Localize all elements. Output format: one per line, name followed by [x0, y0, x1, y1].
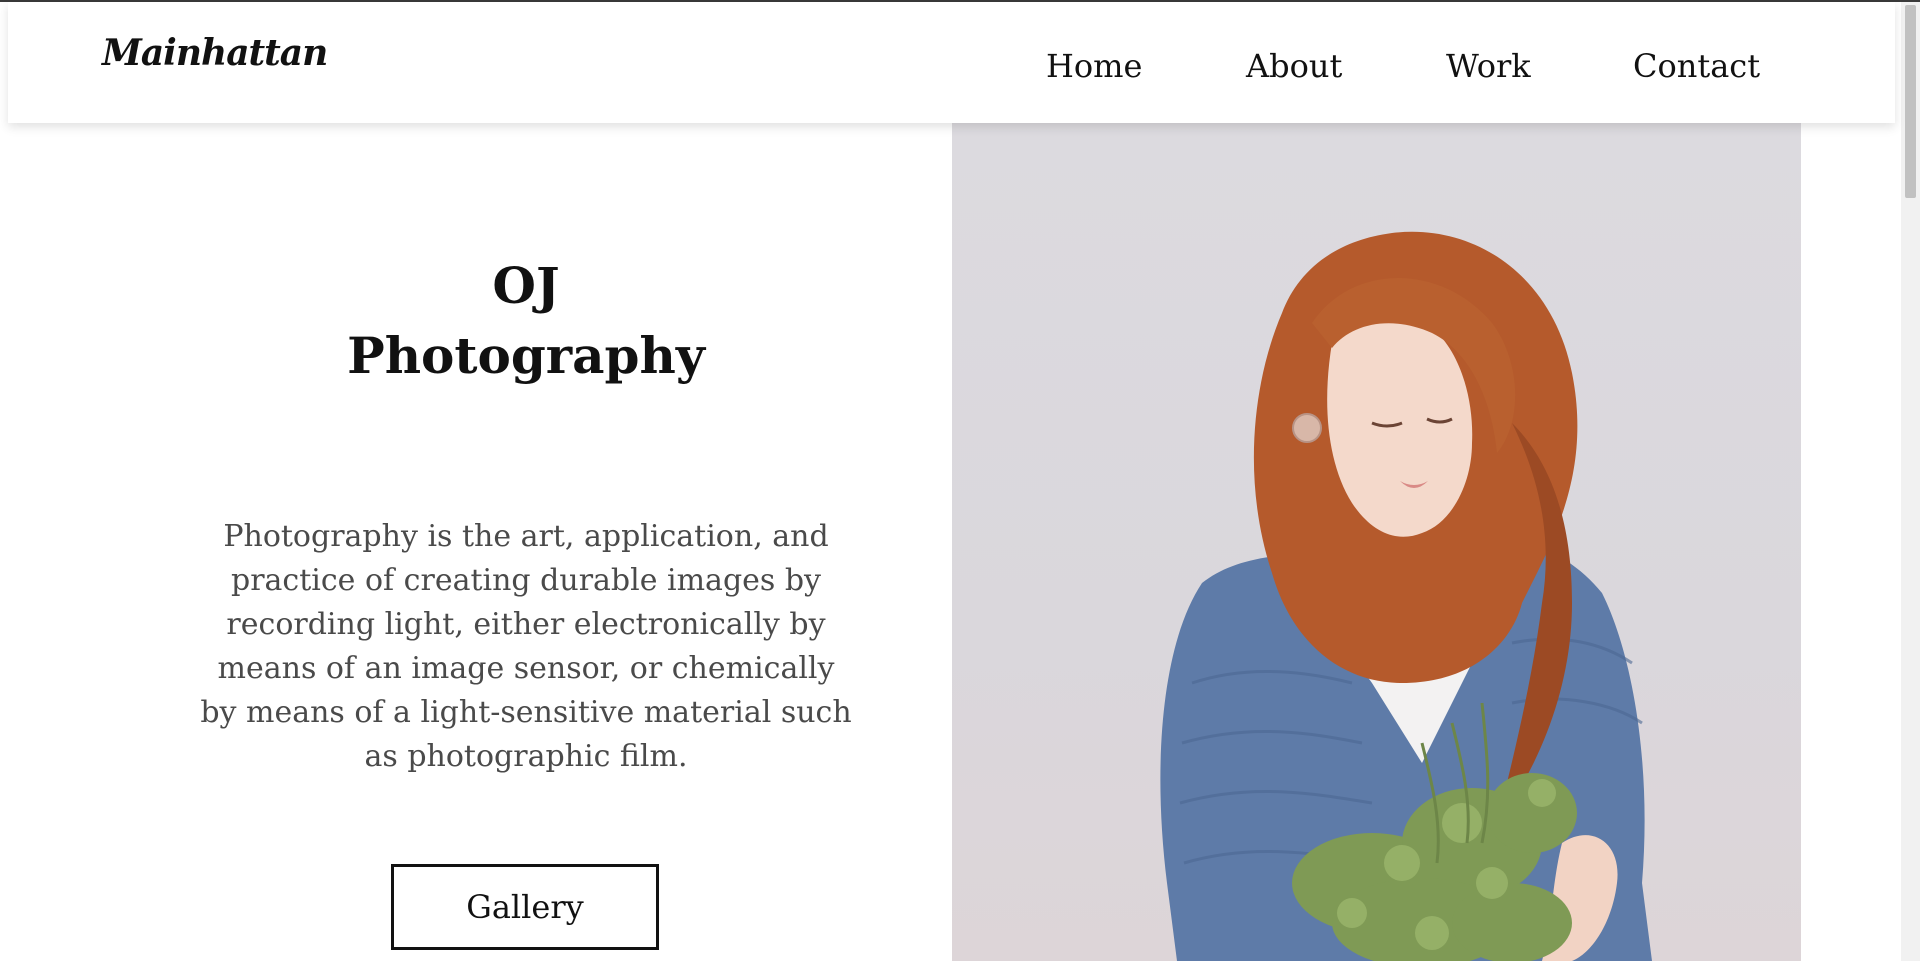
hero-text-section: OJ Photography Photography is the art, a…: [0, 123, 952, 961]
hero-photo: [952, 123, 1801, 961]
nav-link-contact[interactable]: Contact: [1633, 47, 1760, 85]
nav-link-home[interactable]: Home: [1046, 47, 1142, 85]
scrollbar-thumb[interactable]: [1905, 5, 1916, 198]
nav-link-about[interactable]: About: [1246, 47, 1342, 85]
hero-title-line1: OJ: [492, 256, 560, 315]
gallery-button[interactable]: Gallery: [391, 864, 659, 950]
page-scrollbar[interactable]: [1901, 2, 1920, 961]
site-header: Mainhattan Home About Work Contact: [8, 2, 1895, 123]
hero-description: Photography is the art, application, and…: [200, 519, 852, 774]
hero-title-line2: Photography: [347, 326, 705, 385]
nav-link-work[interactable]: Work: [1446, 47, 1531, 85]
hero-title: OJ Photography: [0, 251, 1052, 391]
hero-photo-illustration: [1160, 231, 1652, 961]
site-logo[interactable]: Mainhattan: [102, 32, 328, 74]
